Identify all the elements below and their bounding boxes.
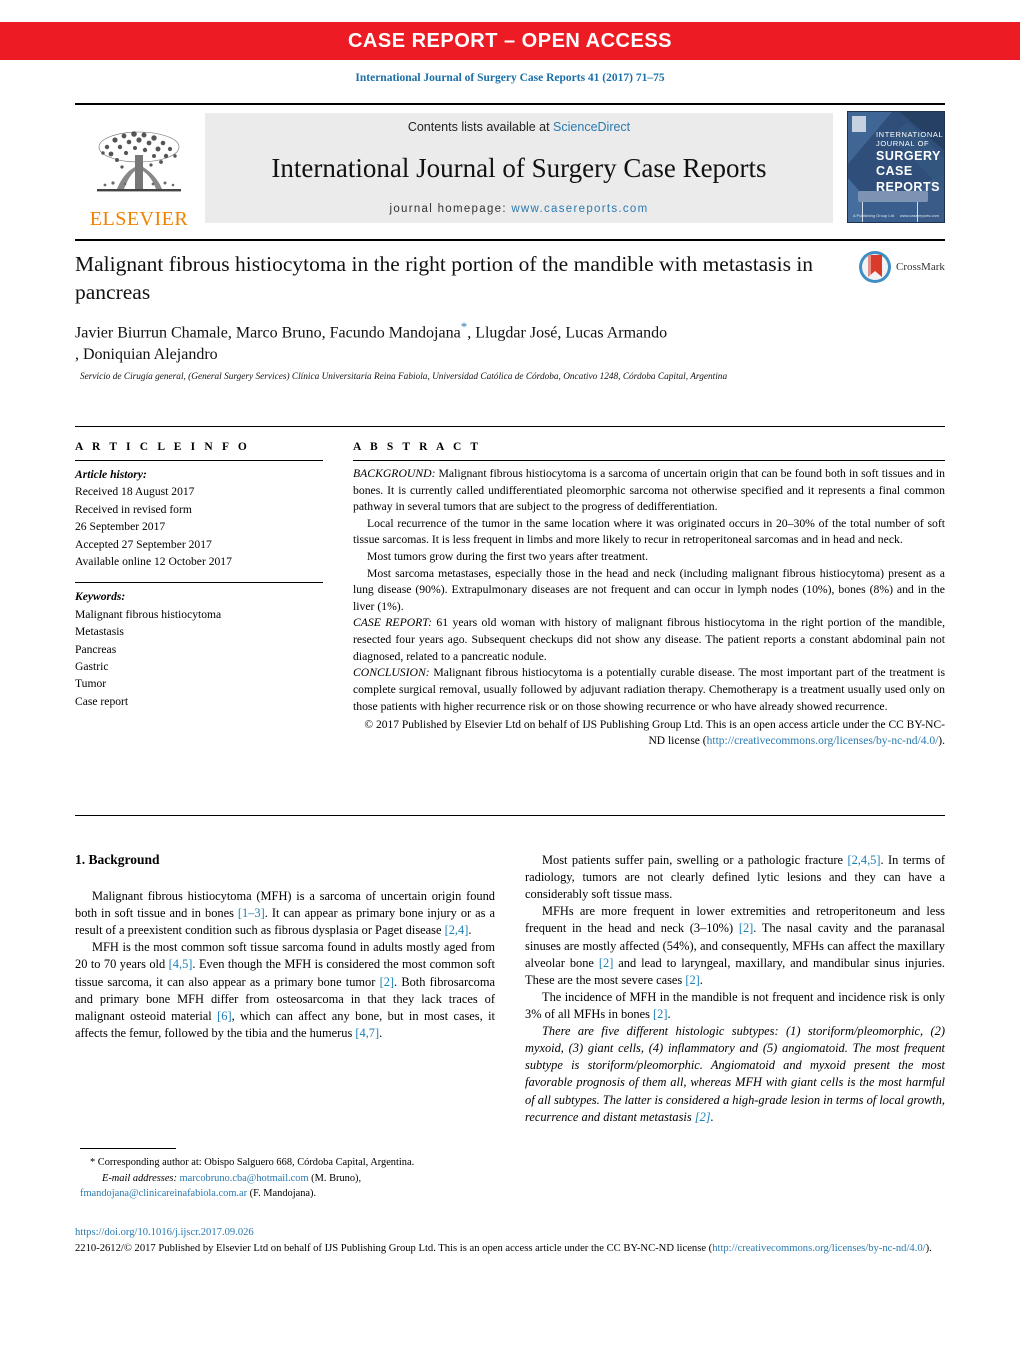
article-info-column: A R T I C L E I N F O Article history: R… (75, 427, 323, 710)
section-heading-background: 1. Background (75, 852, 160, 867)
homepage-url-link[interactable]: www.casereports.com (511, 203, 648, 215)
article-history-block: Article history: Received 18 August 2017… (75, 461, 323, 570)
title-divider (75, 239, 945, 241)
journal-homepage-line: journal homepage: www.casereports.com (389, 203, 648, 215)
issn-text: 2210-2612/© 2017 Published by Elsevier L… (75, 1243, 713, 1254)
body-paragraph: MFH is the most common soft tissue sarco… (75, 940, 495, 1040)
doi-link[interactable]: https://doi.org/10.1016/j.ijscr.2017.09.… (75, 1227, 955, 1238)
email-link-1[interactable]: marcobruno.cba@hotmail.com (180, 1173, 309, 1184)
abstract-label: CONCLUSION: (353, 666, 430, 680)
body-column-left: 1. Background Malignant fibrous histiocy… (75, 852, 495, 1042)
paper-page: CASE REPORT – OPEN ACCESS International … (0, 0, 1020, 1351)
keyword-item: Pancreas (75, 642, 117, 656)
sciencedirect-link[interactable]: ScienceDirect (553, 120, 630, 134)
footnote-block: * Corresponding author at: Obispo Salgue… (80, 1155, 500, 1202)
keyword-item: Gastric (75, 659, 109, 673)
keywords-divider (75, 582, 323, 584)
abstract-body: BACKGROUND: Malignant fibrous histiocyto… (353, 461, 945, 750)
crossmark-label: CrossMark (896, 261, 945, 273)
contents-prefix: Contents lists available at (407, 120, 554, 134)
journal-title: International Journal of Surgery Case Re… (271, 153, 767, 183)
email-addresses-label: E-mail addresses: (102, 1172, 177, 1184)
crossmark-badge[interactable]: CrossMark (858, 250, 945, 284)
history-item: Available online 12 October 2017 (75, 554, 232, 568)
cover-big2: CASE (876, 164, 913, 179)
email-owner-1: (M. Bruno), (308, 1172, 362, 1184)
abstract-paragraph: Most tumors grow during the first two ye… (367, 550, 649, 564)
keyword-item: Tumor (75, 677, 107, 691)
abstract-copyright: © 2017 Published by Elsevier Ltd on beha… (353, 717, 945, 750)
abstract-heading: A B S T R A C T (353, 441, 482, 453)
email-line-2: fmandojana@clinicareinafabiola.com.ar (F… (80, 1186, 500, 1202)
abstract-column: A B S T R A C T BACKGROUND: Malignant fi… (353, 427, 945, 750)
abstract-label: BACKGROUND: (353, 467, 436, 480)
keywords-label: Keywords: (75, 590, 126, 604)
authors-line-1: Javier Biurrun Chamale, Marco Bruno, Fac… (75, 324, 461, 342)
cover-footer: A Publishing Group Ltd www.casereports.c… (853, 213, 939, 218)
issn-cc-link[interactable]: http://creativecommons.org/licenses/by-n… (712, 1243, 925, 1254)
abstract-label: CASE REPORT: (353, 616, 433, 630)
journal-cover-thumbnail: INTERNATIONAL JOURNAL OF SURGERY CASE RE… (847, 111, 945, 223)
email-line-1: E-mail addresses: marcobruno.cba@hotmail… (80, 1171, 500, 1187)
author-list: Javier Biurrun Chamale, Marco Bruno, Fac… (75, 318, 865, 366)
cover-line1: INTERNATIONAL (876, 130, 944, 139)
author-affiliation: Servicio de Cirugía general, (General Su… (80, 372, 728, 382)
cover-ribbon (858, 191, 928, 202)
body-paragraph: Most patients suffer pain, swelling or a… (525, 853, 946, 902)
body-paragraph-italic: There are five different histologic subt… (525, 1024, 945, 1124)
elsevier-wordmark: ELSEVIER (89, 208, 189, 230)
history-item: Accepted 27 September 2017 (75, 537, 212, 551)
contents-box: Contents lists available at ScienceDirec… (205, 113, 833, 223)
email-link-2[interactable]: fmandojana@clinicareinafabiola.com.ar (80, 1188, 247, 1199)
open-access-banner: CASE REPORT – OPEN ACCESS (0, 22, 1020, 60)
abstract-paragraph: Local recurrence of the tumor in the sam… (353, 516, 945, 547)
body-paragraph: MFHs are more frequent in lower extremit… (525, 904, 945, 987)
issn-copyright-line: 2210-2612/© 2017 Published by Elsevier L… (75, 1241, 955, 1256)
history-item: Received in revised form (75, 502, 192, 516)
abstract-text: Malignant fibrous histiocytoma is a sarc… (353, 467, 945, 514)
history-item: Received 18 August 2017 (75, 485, 195, 499)
cover-foot-right: www.casereports.com (899, 213, 939, 218)
journal-citation: International Journal of Surgery Case Re… (355, 72, 665, 84)
homepage-prefix: journal homepage: (389, 203, 512, 215)
abstract-paragraph: CONCLUSION: Malignant fibrous histiocyto… (353, 665, 945, 715)
abstract-paragraph: BACKGROUND: Malignant fibrous histiocyto… (353, 466, 945, 516)
body-paragraph: The incidence of MFH in the mandible is … (525, 989, 945, 1021)
cc-license-link[interactable]: http://creativecommons.org/licenses/by-n… (707, 735, 939, 747)
abstract-text: Malignant fibrous histiocytoma is a pote… (353, 666, 945, 713)
article-info-heading: A R T I C L E I N F O (75, 441, 250, 453)
journal-masthead: ELSEVIER Contents lists available at Sci… (75, 103, 945, 231)
email-owner-2: (F. Mandojana). (247, 1188, 317, 1200)
corresponding-author-note: * Corresponding author at: Obispo Salgue… (90, 1157, 415, 1168)
cover-foot-left: A Publishing Group Ltd (853, 213, 894, 218)
keyword-item: Malignant fibrous histiocytoma (75, 607, 222, 621)
history-item: 26 September 2017 (75, 520, 166, 534)
footnote-divider (80, 1148, 176, 1149)
cover-line2: JOURNAL OF (876, 139, 930, 149)
banner-label: CASE REPORT – OPEN ACCESS (347, 29, 673, 52)
keyword-item: Case report (75, 694, 129, 708)
article-history-label: Article history: (75, 468, 147, 481)
copyright-suffix: ). (938, 735, 945, 748)
abstract-paragraph: CASE REPORT: 61 years old woman with his… (353, 615, 945, 665)
authors-line-2: , Doniquian Alejandro (75, 345, 218, 363)
elsevier-tree-icon (97, 131, 181, 192)
info-abstract-panel: A R T I C L E I N F O Article history: R… (75, 426, 945, 816)
crossmark-icon (859, 251, 891, 283)
abstract-paragraph: Most sarcoma metastases, especially thos… (353, 566, 945, 613)
abstract-text: 61 years old woman with history of malig… (353, 616, 945, 663)
elsevier-logo: ELSEVIER (75, 105, 203, 231)
sciencedirect-line: Contents lists available at ScienceDirec… (408, 120, 630, 134)
cover-big1: SURGERY (876, 148, 941, 163)
keyword-item: Metastasis (75, 625, 124, 639)
cover-title-text: INTERNATIONAL JOURNAL OF SURGERY CASE RE… (876, 130, 944, 196)
authors-line-1-rest: , Llugdar José, Lucas Armando (467, 324, 668, 342)
keywords-block: Keywords: Malignant fibrous histiocytoma… (75, 588, 323, 710)
issn-suffix: ). (925, 1243, 932, 1254)
body-paragraph: Malignant fibrous histiocytoma (MFH) is … (75, 889, 495, 938)
page-title: Malignant fibrous histiocytoma in the ri… (75, 252, 814, 304)
body-column-right: Most patients suffer pain, swelling or a… (525, 852, 945, 1126)
